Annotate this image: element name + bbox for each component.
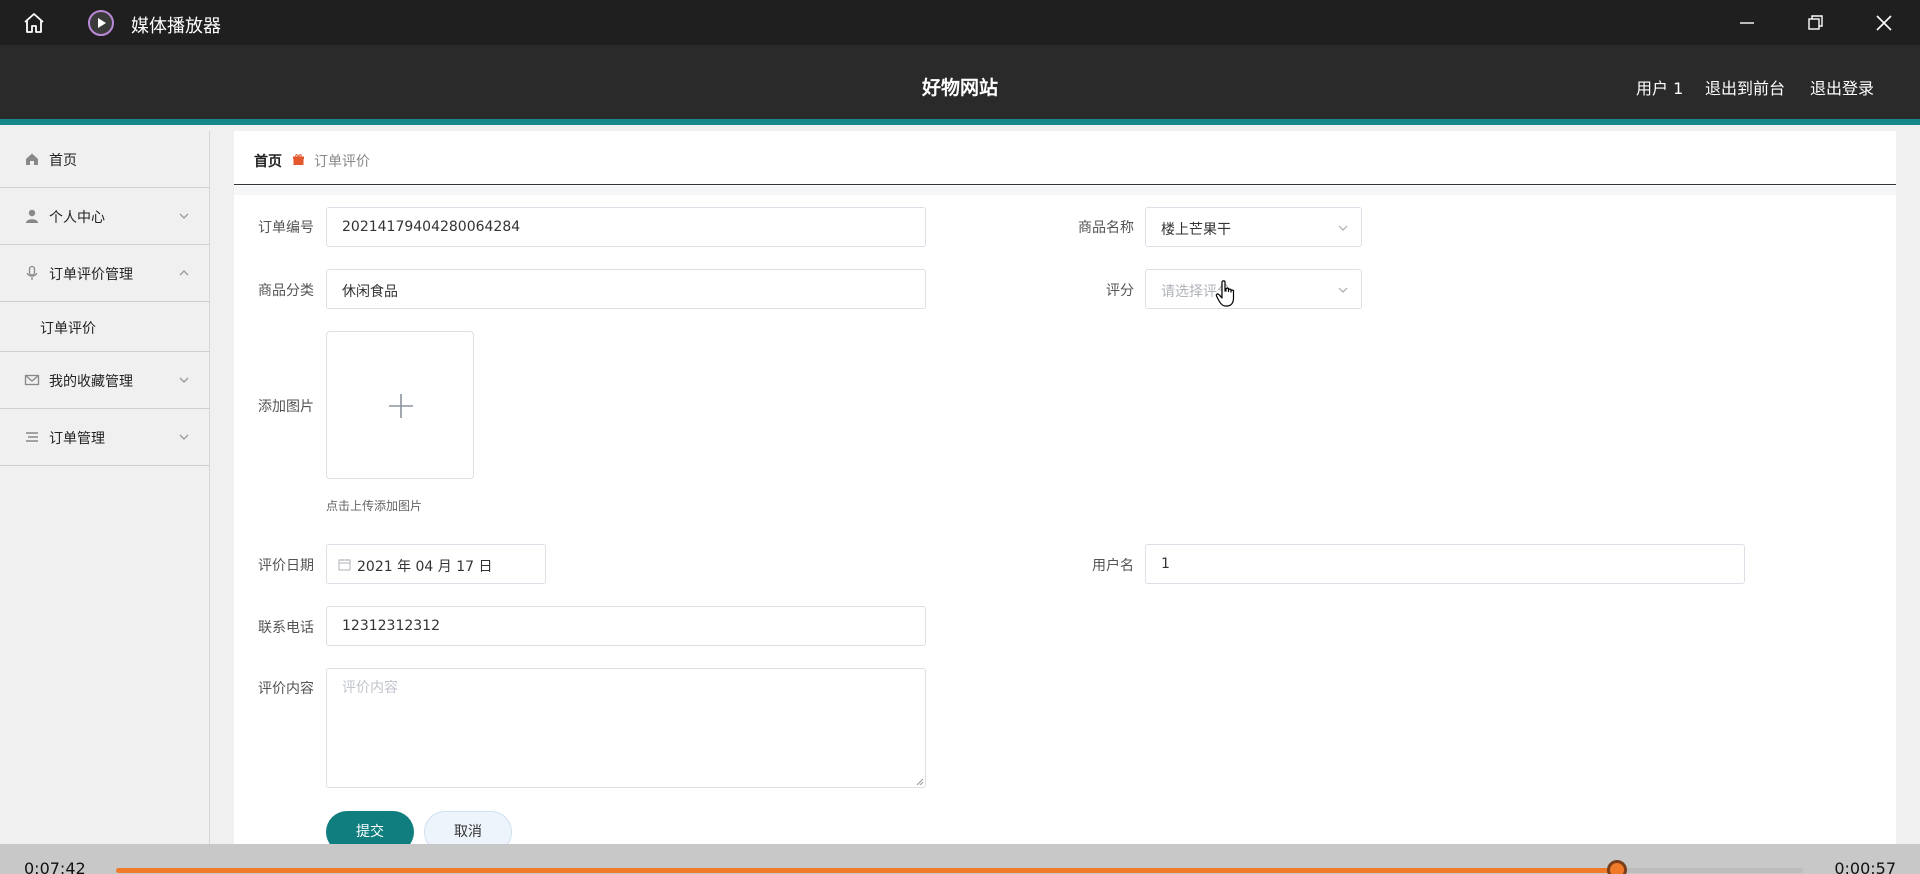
house-icon [26, 153, 38, 165]
chevron-down-icon [179, 213, 189, 219]
hand-cursor-icon [1215, 280, 1235, 307]
mail-icon [24, 374, 40, 386]
breadcrumb-current: 订单评价 [314, 154, 370, 170]
order-no-value: 20214179404280064284 [342, 219, 521, 235]
content-placeholder: 评价内容 [342, 680, 398, 696]
order-no-label: 订单编号 [258, 220, 314, 236]
logout-link[interactable]: 退出登录 [1810, 75, 1874, 99]
date-value: 2021 年 04 月 17 日 [357, 559, 493, 575]
phone-input[interactable]: 12312312312 [326, 606, 926, 646]
category-label: 商品分类 [258, 283, 314, 299]
content-textarea[interactable]: 评价内容 [326, 668, 926, 788]
sidebar-item-label: 订单管理 [49, 431, 105, 447]
user-label[interactable]: 用户 1 [1636, 75, 1683, 99]
close-icon[interactable] [1873, 12, 1895, 34]
chevron-down-icon [179, 434, 189, 440]
calendar-icon [338, 559, 351, 571]
minimize-icon[interactable] [1736, 12, 1758, 34]
category-value: 休闲食品 [342, 284, 398, 300]
chevron-down-icon [179, 377, 189, 383]
sidebar-item-order-management[interactable]: 订单管理 [0, 409, 210, 466]
chevron-down-icon [1338, 225, 1348, 231]
sidebar-item-label: 我的收藏管理 [49, 374, 133, 390]
username-value: 1 [1161, 556, 1170, 572]
resize-handle-icon[interactable] [915, 777, 924, 786]
progress-track[interactable] [116, 868, 1803, 873]
home-icon[interactable] [22, 11, 46, 35]
site-title: 好物网站 [921, 77, 998, 99]
site-header: 好物网站 用户 1 退出到前台 退出登录 [0, 45, 1920, 125]
list-icon [26, 432, 38, 442]
date-label: 评价日期 [258, 558, 314, 574]
content-label: 评价内容 [258, 681, 314, 697]
breadcrumb: 首页 订单评价 [234, 133, 1896, 185]
microphone-icon [26, 265, 38, 280]
score-select[interactable]: 请选择评分 [1145, 269, 1362, 309]
plus-icon [389, 394, 413, 418]
remaining-time: 0:00:57 [1834, 859, 1896, 874]
sidebar: 首页 个人中心 订单评价管理 订单评价 我的收藏管理 订单管理 [0, 131, 210, 844]
date-picker[interactable]: 2021 年 04 月 17 日 [326, 544, 546, 584]
product-name-value: 楼上芒果干 [1161, 222, 1231, 238]
phone-value: 12312312312 [342, 618, 440, 634]
gift-icon [293, 154, 304, 165]
user-icon [26, 209, 38, 223]
elapsed-time: 0:07:42 [24, 859, 86, 874]
app-title: 媒体播放器 [131, 16, 221, 37]
username-input[interactable]: 1 [1145, 544, 1745, 584]
sidebar-item-label: 订单评价 [40, 321, 96, 337]
sidebar-item-label: 首页 [49, 153, 77, 169]
product-name-select[interactable]: 楼上芒果干 [1145, 207, 1362, 247]
chevron-up-icon [179, 270, 189, 276]
category-input[interactable]: 休闲食品 [326, 269, 926, 309]
phone-label: 联系电话 [258, 620, 314, 636]
product-name-label: 商品名称 [1078, 220, 1134, 236]
divider [234, 186, 1896, 195]
media-player-logo-icon [88, 10, 114, 36]
sidebar-item-order-review-management[interactable]: 订单评价管理 [0, 245, 210, 302]
sidebar-item-favorites-management[interactable]: 我的收藏管理 [0, 352, 210, 409]
progress-fill [116, 868, 1618, 873]
order-no-input[interactable]: 20214179404280064284 [326, 207, 926, 247]
back-to-front-link[interactable]: 退出到前台 [1705, 75, 1785, 99]
sidebar-item-personal-center[interactable]: 个人中心 [0, 188, 210, 245]
chevron-down-icon [1338, 287, 1348, 293]
sidebar-item-label: 个人中心 [49, 210, 105, 226]
image-upload[interactable] [326, 331, 474, 479]
window-titlebar: 媒体播放器 [0, 0, 1920, 45]
breadcrumb-home[interactable]: 首页 [254, 151, 282, 171]
score-label: 评分 [1106, 283, 1134, 299]
upload-tip: 点击上传添加图片 [326, 499, 423, 513]
progress-knob[interactable] [1607, 860, 1628, 874]
media-player-bar: 0:07:42 0:00:57 [0, 844, 1920, 874]
sidebar-item-order-review[interactable]: 订单评价 [0, 302, 210, 352]
image-label: 添加图片 [258, 399, 314, 415]
sidebar-item-label: 订单评价管理 [49, 267, 133, 283]
restore-icon[interactable] [1804, 12, 1826, 34]
sidebar-item-home[interactable]: 首页 [0, 131, 210, 188]
username-label: 用户名 [1092, 558, 1134, 574]
